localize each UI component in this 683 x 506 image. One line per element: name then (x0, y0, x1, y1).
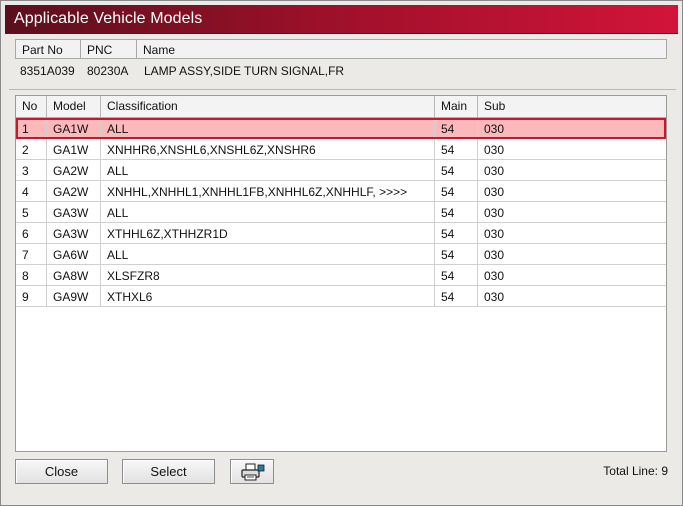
cell-main: 54 (435, 202, 478, 222)
cell-classification: XNHHL,XNHHL1,XNHHL1FB,XNHHL6Z,XNHHLF, >>… (101, 181, 435, 201)
table-row[interactable]: 5 GA3W ALL 54 030 (16, 202, 666, 223)
cell-sub: 030 (484, 122, 505, 136)
cell-sub: 030 (484, 185, 505, 199)
part-info-header: Part No PNC Name (15, 39, 667, 59)
column-header-main[interactable]: Main (435, 96, 478, 117)
cell-no: 2 (16, 139, 47, 159)
cell-sub: 030 (484, 206, 505, 220)
part-info-values: 8351A039 80230A LAMP ASSY,SIDE TURN SIGN… (20, 64, 344, 78)
cell-no: 4 (16, 181, 47, 201)
cell-no: 8 (16, 265, 47, 285)
cell-model: GA6W (47, 244, 101, 264)
part-name-value: LAMP ASSY,SIDE TURN SIGNAL,FR (144, 64, 345, 78)
cell-model: GA8W (47, 265, 101, 285)
vehicle-models-table: No Model Classification Main Sub 1 GA1W AL… (15, 95, 667, 452)
cell-no: 3 (16, 160, 47, 180)
header-name: Name (137, 39, 667, 59)
cell-classification: XTHHL6Z,XTHHZR1D (101, 223, 435, 243)
column-header-classification[interactable]: Classification (101, 96, 435, 117)
cell-main: 54 (435, 160, 478, 180)
cell-classification: XLSFZR8 (101, 265, 435, 285)
cell-no: 9 (16, 286, 47, 306)
title-bar[interactable]: Applicable Vehicle Models (5, 5, 678, 34)
cell-model: GA9W (47, 286, 101, 306)
printer-icon (241, 463, 265, 488)
column-header-sub[interactable]: Sub (478, 96, 666, 117)
cell-model: GA1W (47, 118, 101, 138)
cell-sub: 030 (484, 269, 505, 283)
cell-sub: 030 (484, 290, 505, 304)
cell-sub: 030 (484, 248, 505, 262)
cell-no: 5 (16, 202, 47, 222)
close-button[interactable]: Close (15, 459, 108, 484)
table-row[interactable]: 7 GA6W ALL 54 030 (16, 244, 666, 265)
cell-sub: 030 (484, 143, 505, 157)
table-body: 1 GA1W ALL 54 030 2 GA1W XNHHR6,XNSHL6,XNSHL6Z,… (16, 118, 666, 307)
cell-main: 54 (435, 118, 478, 138)
table-row[interactable]: 4 GA2W XNHHL,XNHHL1,XNHHL1FB,XNHHL6Z,XNHHL… (16, 181, 666, 202)
cell-sub: 030 (484, 164, 505, 178)
divider (9, 89, 676, 90)
header-pnc: PNC (81, 39, 137, 59)
table-row[interactable]: 8 GA8W XLSFZR8 54 030 (16, 265, 666, 286)
table-row[interactable]: 2 GA1W XNHHR6,XNSHL6,XNSHL6Z,XNSHR6 54 030 (16, 139, 666, 160)
header-part-no: Part No (15, 39, 81, 59)
pnc-value: 80230A (87, 64, 129, 78)
part-no-value: 8351A039 (20, 64, 75, 78)
cell-sub: 030 (484, 227, 505, 241)
cell-classification: ALL (101, 202, 435, 222)
window-title: Applicable Vehicle Models (14, 10, 203, 27)
select-button[interactable]: Select (122, 459, 215, 484)
cell-no: 6 (16, 223, 47, 243)
cell-main: 54 (435, 139, 478, 159)
cell-model: GA2W (47, 181, 101, 201)
table-header: No Model Classification Main Sub (16, 96, 666, 118)
cell-classification: ALL (101, 118, 435, 138)
cell-main: 54 (435, 265, 478, 285)
applicable-vehicle-models-window: Applicable Vehicle Models Part No PNC Na… (0, 0, 683, 506)
cell-main: 54 (435, 286, 478, 306)
total-line-count: Total Line: 9 (603, 464, 668, 478)
table-row[interactable]: 9 GA9W XTHXL6 54 030 (16, 286, 666, 307)
print-button[interactable] (230, 459, 274, 484)
cell-classification: XTHXL6 (101, 286, 435, 306)
cell-main: 54 (435, 223, 478, 243)
cell-main: 54 (435, 244, 478, 264)
cell-classification: XNHHR6,XNSHL6,XNSHL6Z,XNSHR6 (101, 139, 435, 159)
cell-classification: ALL (101, 160, 435, 180)
cell-classification: ALL (101, 244, 435, 264)
column-header-model[interactable]: Model (47, 96, 101, 117)
cell-model: GA2W (47, 160, 101, 180)
cell-model: GA3W (47, 202, 101, 222)
cell-no: 7 (16, 244, 47, 264)
table-row[interactable]: 1 GA1W ALL 54 030 (16, 118, 666, 139)
table-row[interactable]: 3 GA2W ALL 54 030 (16, 160, 666, 181)
cell-model: GA1W (47, 139, 101, 159)
table-row[interactable]: 6 GA3W XTHHL6Z,XTHHZR1D 54 030 (16, 223, 666, 244)
cell-no: 1 (16, 118, 47, 138)
cell-model: GA3W (47, 223, 101, 243)
column-header-no[interactable]: No (16, 96, 47, 117)
cell-main: 54 (435, 181, 478, 201)
